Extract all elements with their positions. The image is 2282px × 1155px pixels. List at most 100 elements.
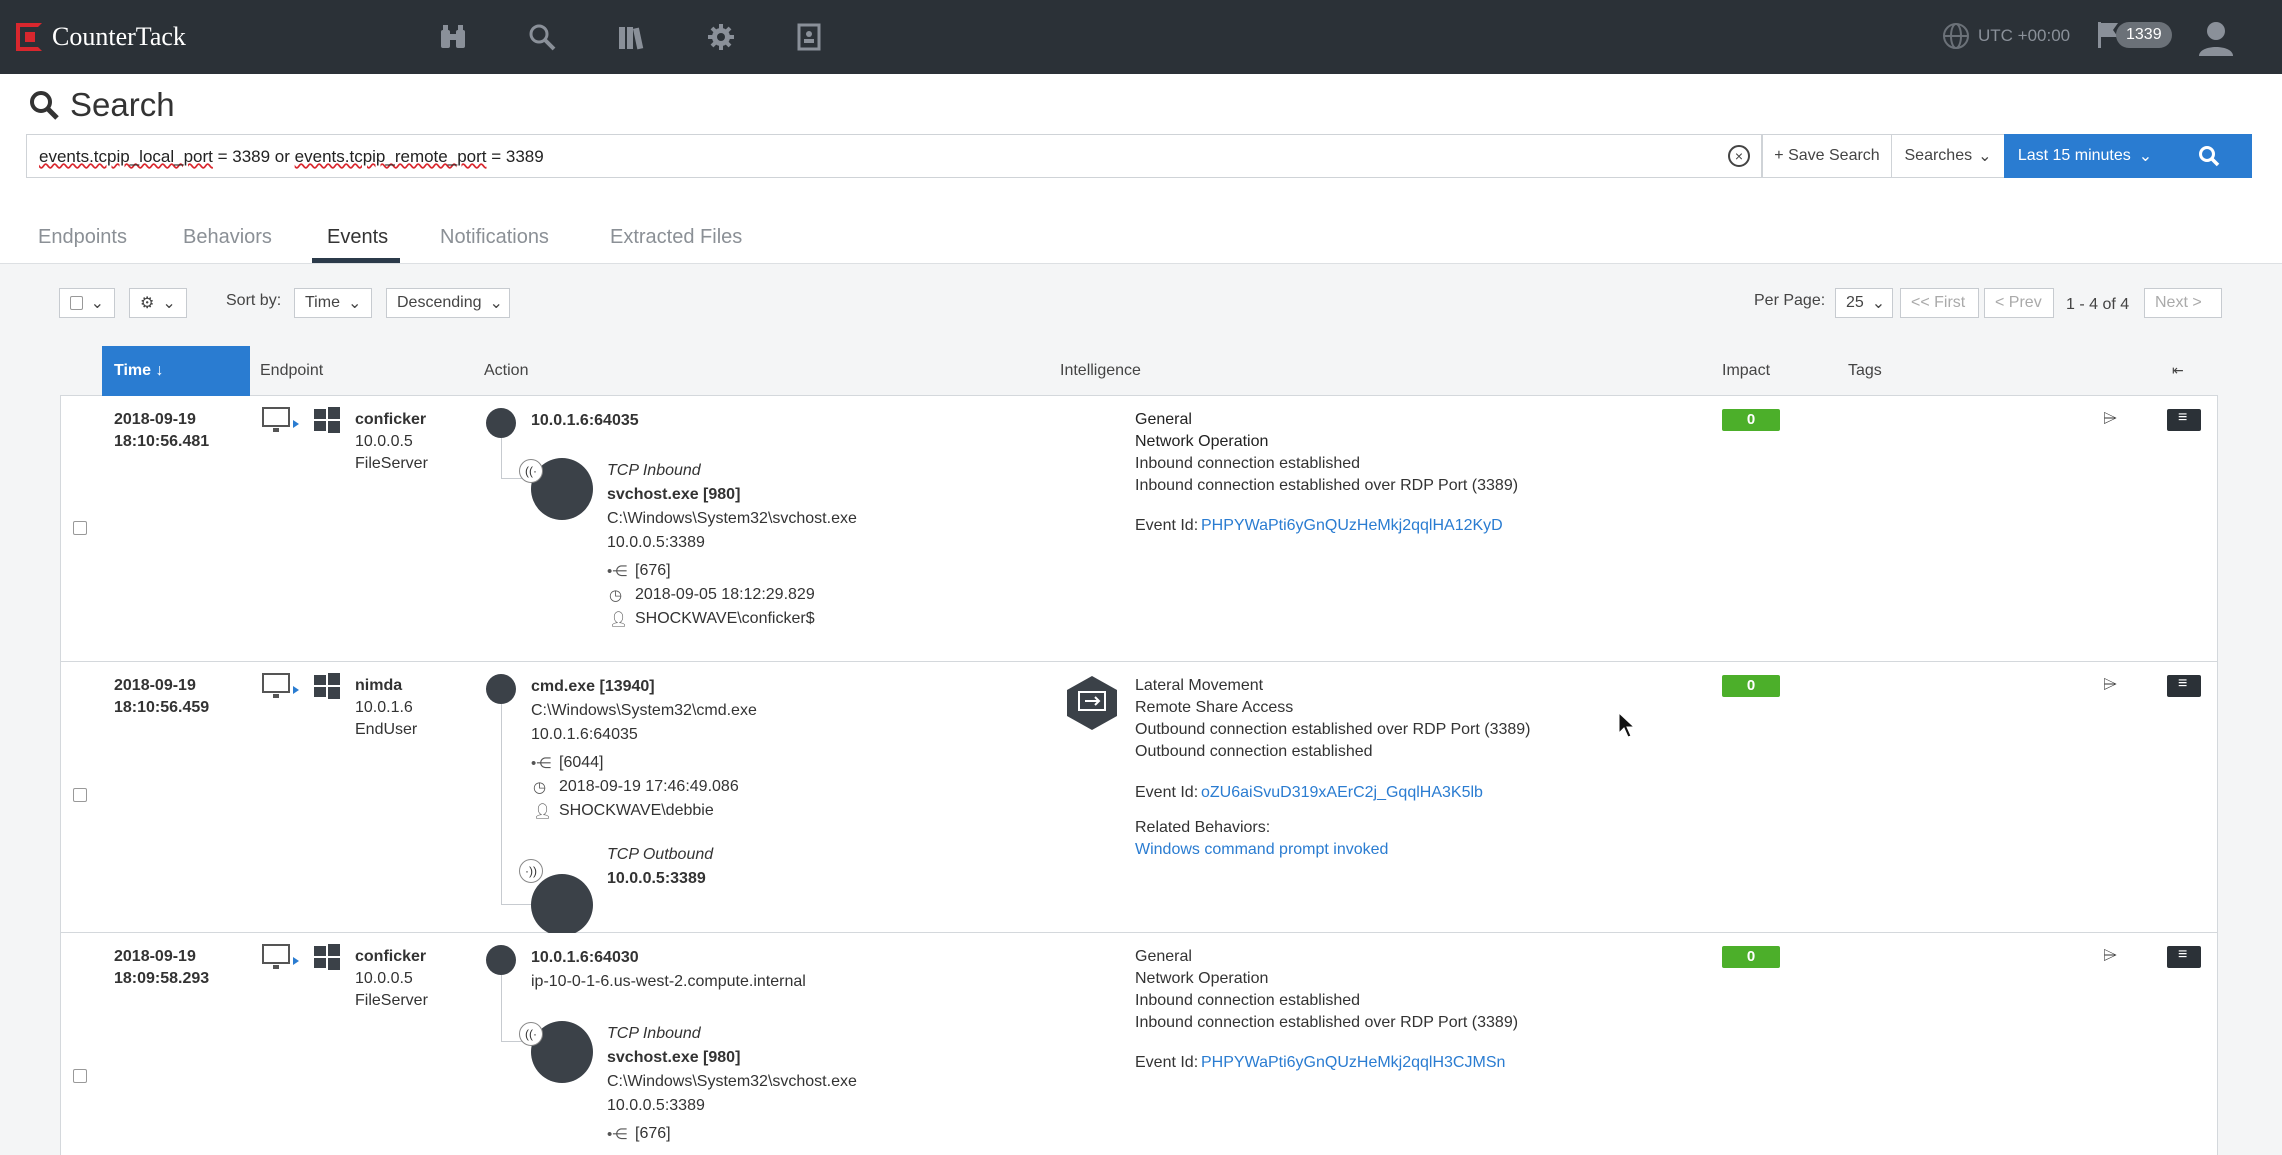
tree-connector [501,438,502,478]
table-row: 2018-09-19 18:09:58.293 conficker 10.0.0… [61,933,2217,1155]
impact-badge: 0 [1722,409,1780,431]
search-icon[interactable] [525,20,559,54]
select-all-checkbox[interactable] [70,296,83,310]
intel-detail: Inbound connection established [1135,992,1361,1009]
settings-dropdown[interactable]: ⚙ ⌄ [129,288,187,318]
event-id-link[interactable]: oZU6aiSvuD319xAErC2j_GqqlHA3K5lb [1201,784,1483,802]
endpoint-hostname[interactable]: nimda [355,677,402,695]
sort-field-dropdown[interactable]: Time ⌄ [294,288,372,318]
network-node-icon [486,945,516,975]
tab-extracted-files[interactable]: Extracted Files [610,226,742,249]
windows-icon [314,673,340,699]
save-search-button[interactable]: + Save Search [1762,134,1892,178]
chevron-down-icon: ⌄ [1871,295,1886,312]
intel-detail: Outbound connection established [1135,743,1373,760]
endpoint-hostname[interactable]: conficker [355,948,426,966]
process-name[interactable]: svchost.exe [980] [607,1049,740,1067]
table-row: 2018-09-19 18:10:56.481 conficker 10.0.0… [61,396,2217,662]
process-node-icon [486,674,516,704]
endpoint-role: FileServer [355,455,428,472]
chevron-down-icon: ⌄ [1978,148,1992,165]
clock-icon: ◷ [609,587,623,604]
row-checkbox[interactable] [73,521,87,535]
prev-page-button[interactable]: < Prev [1984,288,2054,318]
user-avatar-icon[interactable] [2196,18,2236,58]
column-intelligence[interactable]: Intelligence [1060,362,1141,380]
event-details-button[interactable] [2167,409,2201,431]
column-time-sorted[interactable]: Time ↓ [102,346,250,396]
page-title-text: Search [70,86,175,123]
intel-detail: Inbound connection established over RDP … [1135,477,1519,494]
clear-query-icon[interactable]: × [1728,145,1750,167]
timezone-selector[interactable]: UTC +00:00 [1942,22,2070,50]
event-details-button[interactable] [2167,675,2201,697]
library-icon[interactable] [614,20,648,54]
intel-detail: Outbound connection established over RDP… [1135,721,1531,738]
per-page-dropdown[interactable]: 25 ⌄ [1835,288,1893,318]
windows-icon [314,944,340,970]
event-time: 18:09:58.293 [114,970,210,987]
related-behavior-link[interactable]: Windows command prompt invoked [1135,841,1388,859]
intel-detail: Inbound connection established over RDP … [1135,1014,1519,1031]
run-search-button[interactable] [2166,134,2252,178]
query-text-part: = 3389 or [212,147,295,166]
event-time: 18:10:56.459 [114,699,210,716]
parent-process-icon: •⋲ [607,563,628,580]
select-all-dropdown[interactable]: ⌄ [59,288,115,318]
binoculars-icon[interactable] [436,20,470,54]
source-hostname: ip-10-0-1-6.us-west-2.compute.internal [531,973,806,990]
process-name[interactable]: cmd.exe [13940] [531,678,655,696]
first-page-button[interactable]: << First [1900,288,1979,318]
column-action[interactable]: Action [484,362,528,380]
parent-pid: [676] [635,562,671,579]
process-path: C:\Windows\System32\cmd.exe [531,702,757,719]
time-range-dropdown[interactable]: Last 15 minutes ⌄ [2004,134,2166,178]
notifications-flag[interactable]: 1339 [2096,20,2172,50]
time-range-label: Last 15 minutes [2017,147,2131,164]
brand-logo[interactable]: CounterTack [16,22,186,52]
event-id-label: Event Id: [1135,517,1199,534]
query-text-part: events.tcpip_local_port [39,147,213,166]
column-impact[interactable]: Impact [1722,362,1770,380]
process-name[interactable]: svchost.exe [980] [607,486,740,504]
column-endpoint[interactable]: Endpoint [260,362,323,380]
tab-notifications[interactable]: Notifications [440,226,549,249]
connection-type: TCP Outbound [607,846,714,863]
event-details-button[interactable] [2167,946,2201,968]
add-tag-icon[interactable]: ⌲ [2103,945,2117,966]
process-path: C:\Windows\System32\svchost.exe [607,510,857,527]
tree-connector [501,975,502,1041]
desktop-icon [262,944,299,969]
search-query-input[interactable]: events.tcpip_local_port = 3389 or events… [26,134,1762,178]
desktop-icon [262,673,299,698]
add-tag-icon[interactable]: ⌲ [2103,674,2117,695]
report-icon[interactable] [792,20,826,54]
tab-endpoints[interactable]: Endpoints [38,226,127,249]
process-start-time: 2018-09-19 17:46:49.086 [559,778,739,795]
next-page-button[interactable]: Next > [2144,288,2222,318]
tab-behaviors[interactable]: Behaviors [183,226,272,249]
local-address: 10.0.0.5:3389 [607,1097,705,1114]
endpoint-hostname[interactable]: conficker [355,411,426,429]
row-checkbox[interactable] [73,1069,87,1083]
process-start-time: 2018-09-05 18:12:29.829 [635,586,815,603]
gear-icon[interactable] [704,20,738,54]
connection-type: TCP Inbound [607,1025,701,1042]
event-id-link[interactable]: PHPYWaPti6yGnQUzHeMkj2qqlH3CJMSn [1201,1054,1505,1072]
add-tag-icon[interactable]: ⌲ [2103,408,2117,429]
lateral-movement-icon [1067,676,1117,730]
tab-events[interactable]: Events [327,226,388,249]
collapse-columns-icon[interactable]: ⇤ [2172,362,2184,379]
event-id-link[interactable]: PHPYWaPti6yGnQUzHeMkj2qqlHA12KyD [1201,517,1503,535]
event-date: 2018-09-19 [114,411,196,428]
impact-badge: 0 [1722,946,1780,968]
page-title: Search [28,86,175,124]
row-checkbox[interactable] [73,788,87,802]
endpoint-role: EndUser [355,721,418,738]
sort-field-value: Time [305,294,340,311]
sort-order-dropdown[interactable]: Descending ⌄ [386,288,510,318]
impact-badge: 0 [1722,675,1780,697]
inbound-signal-icon: ((· [519,1022,543,1046]
column-tags[interactable]: Tags [1848,362,1882,380]
searches-dropdown[interactable]: Searches ⌄ [1891,134,2005,178]
